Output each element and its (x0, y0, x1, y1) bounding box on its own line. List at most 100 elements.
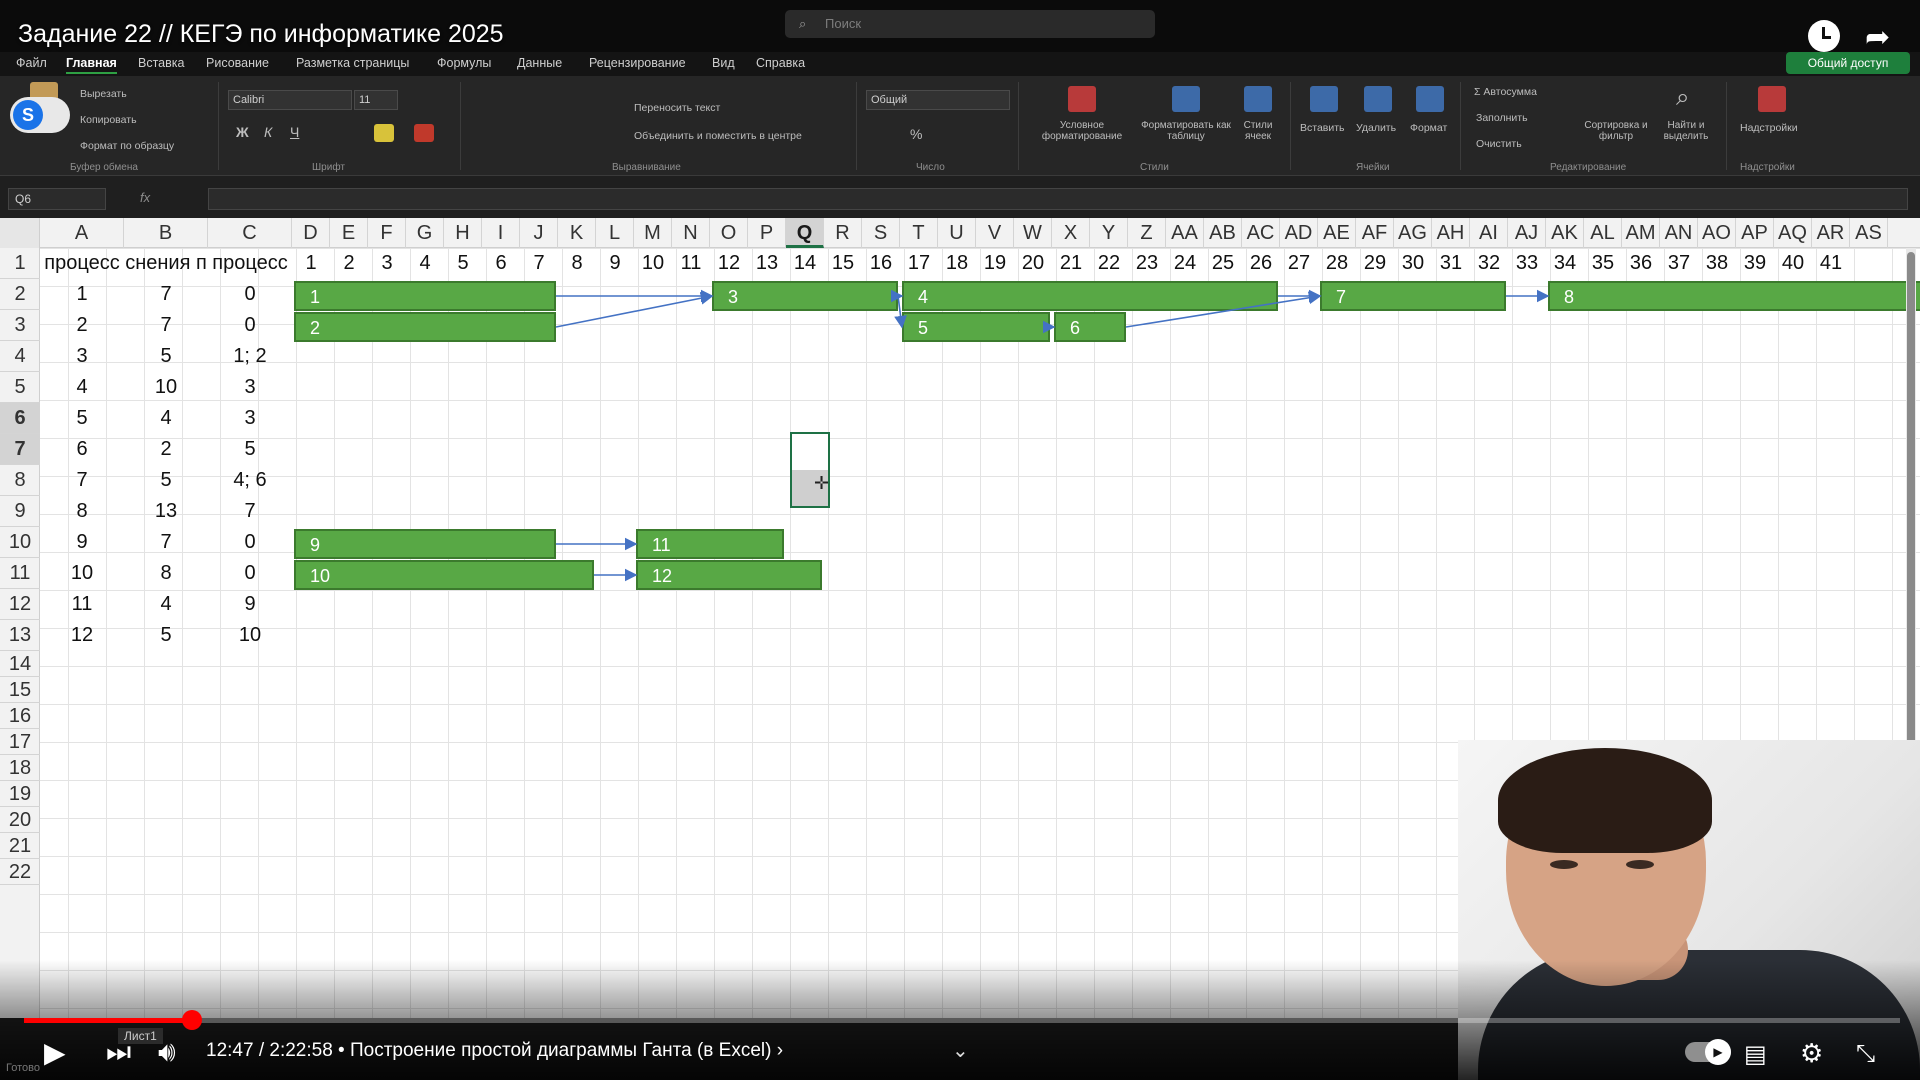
font-color-icon[interactable] (414, 124, 434, 142)
day-number-cell[interactable]: 16 (862, 252, 900, 275)
day-number-cell[interactable]: 37 (1660, 252, 1698, 275)
exit-fullscreen-icon[interactable]: ⤡ (1856, 1040, 1875, 1068)
autoplay-toggle[interactable]: ▶ (1685, 1039, 1731, 1065)
table-cell[interactable]: 4 (124, 407, 208, 430)
column-header-ah[interactable]: AH (1432, 218, 1470, 248)
sort-filter-button[interactable]: Сортировка и фильтр (1584, 120, 1648, 142)
table-cell[interactable]: 2 (40, 314, 124, 337)
day-number-cell[interactable]: 28 (1318, 252, 1356, 275)
gantt-bar[interactable]: 1 (294, 281, 556, 311)
volume-icon[interactable]: 🔊︎ (158, 1036, 176, 1069)
number-format-select[interactable]: Общий (866, 90, 1010, 110)
column-header-f[interactable]: F (368, 218, 406, 248)
column-header-z[interactable]: Z (1128, 218, 1166, 248)
column-header-k[interactable]: K (558, 218, 596, 248)
column-header-m[interactable]: M (634, 218, 672, 248)
column-header-w[interactable]: W (1014, 218, 1052, 248)
delete-cells-icon[interactable] (1364, 86, 1392, 112)
table-cell[interactable]: 7 (124, 531, 208, 554)
row-header-14[interactable]: 14 (0, 651, 40, 677)
column-header-aq[interactable]: AQ (1774, 218, 1812, 248)
table-cell[interactable]: 9 (40, 531, 124, 554)
column-header-t[interactable]: T (900, 218, 938, 248)
column-header-o[interactable]: O (710, 218, 748, 248)
row-header-9[interactable]: 9 (0, 496, 40, 527)
column-header-i[interactable]: I (482, 218, 520, 248)
day-number-cell[interactable]: 12 (710, 252, 748, 275)
merge-center-button[interactable]: Объединить и поместить в центре (634, 130, 802, 142)
insert-cells-icon[interactable] (1310, 86, 1338, 112)
column-header-ab[interactable]: AB (1204, 218, 1242, 248)
row-header-7[interactable]: 7 (0, 434, 40, 465)
row-header-6[interactable]: 6 (0, 403, 40, 434)
day-number-cell[interactable]: 18 (938, 252, 976, 275)
day-number-cell[interactable]: 41 (1812, 252, 1850, 275)
day-number-cell[interactable]: 25 (1204, 252, 1242, 275)
day-number-cell[interactable]: 13 (748, 252, 786, 275)
gantt-bar[interactable]: 4 (902, 281, 1278, 311)
column-header-x[interactable]: X (1052, 218, 1090, 248)
row-header-22[interactable]: 22 (0, 859, 40, 885)
row-header-16[interactable]: 16 (0, 703, 40, 729)
table-cell[interactable]: 3 (40, 345, 124, 368)
addins-icon[interactable] (1758, 86, 1786, 112)
row-header-11[interactable]: 11 (0, 558, 40, 589)
day-number-cell[interactable]: 17 (900, 252, 938, 275)
row-header-12[interactable]: 12 (0, 589, 40, 620)
insert-cells-button[interactable]: Вставить (1300, 122, 1345, 134)
row-header-20[interactable]: 20 (0, 807, 40, 833)
table-cell[interactable]: 10 (40, 562, 124, 585)
format-cells-icon[interactable] (1416, 86, 1444, 112)
column-header-d[interactable]: D (292, 218, 330, 248)
settings-gear-icon[interactable]: ⚙ (1800, 1038, 1823, 1069)
table-cell[interactable]: 12 (40, 624, 124, 647)
column-header-g[interactable]: G (406, 218, 444, 248)
column-header-e[interactable]: E (330, 218, 368, 248)
column-header-ac[interactable]: AC (1242, 218, 1280, 248)
find-select-button[interactable]: Найти и выделить (1656, 120, 1716, 142)
progress-bar[interactable] (24, 1010, 1900, 1030)
table-cell[interactable]: 4 (124, 593, 208, 616)
column-header-h[interactable]: H (444, 218, 482, 248)
column-header-u[interactable]: U (938, 218, 976, 248)
day-number-cell[interactable]: 29 (1356, 252, 1394, 275)
row-header-19[interactable]: 19 (0, 781, 40, 807)
day-number-cell[interactable]: 27 (1280, 252, 1318, 275)
share-arrow-icon[interactable]: ➦ (1865, 20, 1890, 55)
gantt-bar[interactable]: 12 (636, 560, 822, 590)
clear-button[interactable]: Очистить (1476, 138, 1522, 150)
day-number-cell[interactable]: 30 (1394, 252, 1432, 275)
table-cell[interactable]: 10 (208, 624, 292, 647)
table-cell[interactable]: 2 (124, 438, 208, 461)
column-header-ar[interactable]: AR (1812, 218, 1850, 248)
format-table-icon[interactable] (1172, 86, 1200, 112)
day-number-cell[interactable]: 19 (976, 252, 1014, 275)
format-cells-button[interactable]: Формат (1410, 122, 1447, 134)
row-header-15[interactable]: 15 (0, 677, 40, 703)
chevron-down-icon[interactable]: ⌄ (952, 1038, 969, 1063)
copy-button[interactable]: Копировать (80, 114, 137, 126)
cell-styles-icon[interactable] (1244, 86, 1272, 112)
gantt-bar[interactable]: 9 (294, 529, 556, 559)
day-number-cell[interactable]: 2 (330, 252, 368, 275)
day-number-cell[interactable]: 1 (292, 252, 330, 275)
day-number-cell[interactable]: 36 (1622, 252, 1660, 275)
column-header-af[interactable]: AF (1356, 218, 1394, 248)
day-number-cell[interactable]: 26 (1242, 252, 1280, 275)
percent-icon[interactable]: % (910, 126, 922, 142)
cut-button[interactable]: Вырезать (80, 88, 127, 100)
day-number-cell[interactable]: 33 (1508, 252, 1546, 275)
table-cell[interactable]: 7 (124, 283, 208, 306)
selected-cell[interactable] (790, 432, 830, 508)
column-header-ae[interactable]: AE (1318, 218, 1356, 248)
row-header-10[interactable]: 10 (0, 527, 40, 558)
table-cell[interactable]: 8 (40, 500, 124, 523)
table-cell[interactable]: 7 (208, 500, 292, 523)
formula-input[interactable] (208, 188, 1908, 210)
day-number-cell[interactable]: 39 (1736, 252, 1774, 275)
name-box[interactable]: Q6 (8, 188, 106, 210)
table-cell[interactable]: 10 (124, 376, 208, 399)
video-title[interactable]: Задание 22 // КЕГЭ по информатике 2025 (18, 20, 504, 49)
column-header-q[interactable]: Q (786, 218, 824, 248)
find-icon[interactable]: ⌕ (1676, 84, 1689, 112)
